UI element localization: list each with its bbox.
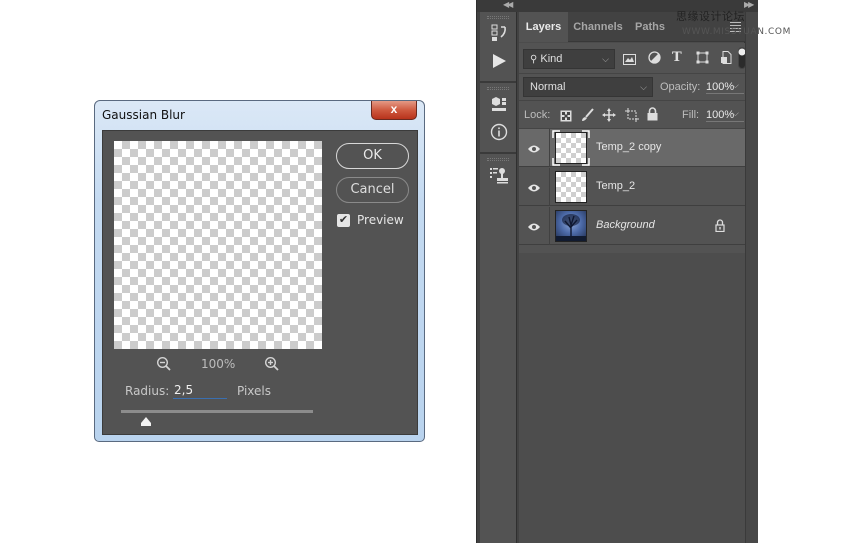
panel-icon-column xyxy=(480,12,517,543)
selected-thumbnail-frame xyxy=(552,130,590,166)
gaussian-blur-dialog: Gaussian Blur x OK Cancel ✔ Preview 100%… xyxy=(94,100,425,442)
visibility-eye-icon[interactable] xyxy=(527,180,541,198)
blur-preview[interactable] xyxy=(114,141,322,349)
lock-all-icon[interactable] xyxy=(647,107,658,126)
layer-name[interactable]: Temp_2 xyxy=(596,180,635,192)
collapse-left-icon[interactable]: ◀◀ xyxy=(503,0,513,9)
zoom-in-icon[interactable] xyxy=(264,356,280,377)
layer-row[interactable]: Temp_2 xyxy=(519,168,745,206)
smart-object-filter-icon[interactable] xyxy=(720,51,732,69)
visibility-eye-icon[interactable] xyxy=(527,219,541,237)
lock-image-icon[interactable] xyxy=(581,108,594,127)
radius-slider-track[interactable] xyxy=(121,410,313,413)
info-icon[interactable] xyxy=(480,118,517,146)
chevron-down-icon: ⌵ xyxy=(602,54,609,64)
radius-unit: Pixels xyxy=(237,384,272,398)
background-thumbnail xyxy=(555,210,587,242)
preview-checkbox[interactable]: ✔ xyxy=(337,214,350,227)
tab-layers[interactable]: Layers xyxy=(519,12,568,42)
shape-filter-icon[interactable] xyxy=(696,51,709,69)
history-icon[interactable] xyxy=(480,19,517,47)
type-filter-icon[interactable]: T xyxy=(672,50,682,65)
dialog-title: Gaussian Blur xyxy=(102,108,185,122)
chevron-down-icon[interactable]: ⌵ xyxy=(732,80,739,91)
filter-kind-label: Kind xyxy=(540,53,563,65)
search-icon: ⚲ xyxy=(530,54,538,65)
adjustment-filter-icon[interactable] xyxy=(648,51,661,69)
layer-name[interactable]: Temp_2 copy xyxy=(596,141,661,153)
watermark-url: WWW.MISSYUAN.COM xyxy=(682,27,791,37)
layer-thumbnail xyxy=(555,171,587,203)
cancel-button[interactable]: Cancel xyxy=(336,177,409,203)
lock-transparent-icon[interactable] xyxy=(560,109,572,127)
blend-mode-value: Normal xyxy=(530,81,566,93)
watermark: 思缘设计论坛 WWW.MISSYUAN.COM xyxy=(676,8,850,37)
close-button[interactable]: x xyxy=(371,101,417,120)
actions-play-icon[interactable] xyxy=(480,47,517,75)
layers-empty-area xyxy=(519,253,745,543)
layer-row[interactable]: Background xyxy=(519,207,745,245)
filter-row: ⚲ Kind ⌵ T xyxy=(519,43,746,74)
filter-kind-dropdown[interactable]: ⚲ Kind ⌵ xyxy=(523,49,615,69)
radius-label: Radius: xyxy=(125,384,170,398)
fill-label: Fill: xyxy=(682,109,700,121)
3d-icon[interactable] xyxy=(480,90,517,118)
opacity-label: Opacity: xyxy=(660,81,701,93)
lock-artboard-icon[interactable] xyxy=(625,108,639,127)
radius-input[interactable] xyxy=(173,381,227,399)
watermark-text: 思缘设计论坛 xyxy=(676,10,745,23)
tab-paths[interactable]: Paths xyxy=(628,12,672,42)
ok-button[interactable]: OK xyxy=(336,143,409,169)
image-filter-icon[interactable] xyxy=(623,52,636,70)
layers-panel-content: ⚲ Kind ⌵ T Normal ⌵ Opacity: 100% ⌵ Lock… xyxy=(519,43,746,543)
chevron-down-icon[interactable]: ⌵ xyxy=(732,108,739,119)
dock-scroll-strip[interactable] xyxy=(745,12,758,543)
preview-label: Preview xyxy=(357,213,404,227)
layer-lock-icon[interactable] xyxy=(715,219,725,237)
layer-name[interactable]: Background xyxy=(596,219,655,231)
chevron-down-icon: ⌵ xyxy=(640,82,647,92)
lock-position-icon[interactable] xyxy=(602,108,616,127)
lock-row: Lock: Fill: 100% ⌵ xyxy=(519,101,745,129)
lock-label: Lock: xyxy=(524,109,551,121)
zoom-level: 100% xyxy=(201,357,236,371)
layers-panel: Layers Channels Paths ⚲ Kind ⌵ T Normal … xyxy=(519,12,746,543)
zoom-out-icon[interactable] xyxy=(156,356,172,377)
blend-mode-dropdown[interactable]: Normal ⌵ xyxy=(523,77,653,97)
radius-slider-thumb[interactable] xyxy=(140,414,152,426)
visibility-eye-icon[interactable] xyxy=(527,141,541,159)
layer-row[interactable]: Temp_2 copy xyxy=(519,129,745,167)
tab-channels[interactable]: Channels xyxy=(568,12,628,42)
photoshop-panel-dock: ◀◀ ▶▶ Layers Channels Paths ⚲ Kind ⌵ T N… xyxy=(476,0,758,543)
clone-source-icon[interactable] xyxy=(480,161,517,189)
blend-row: Normal ⌵ Opacity: 100% ⌵ xyxy=(519,74,745,101)
dialog-body: OK Cancel ✔ Preview 100% Radius: Pixels xyxy=(102,130,418,435)
